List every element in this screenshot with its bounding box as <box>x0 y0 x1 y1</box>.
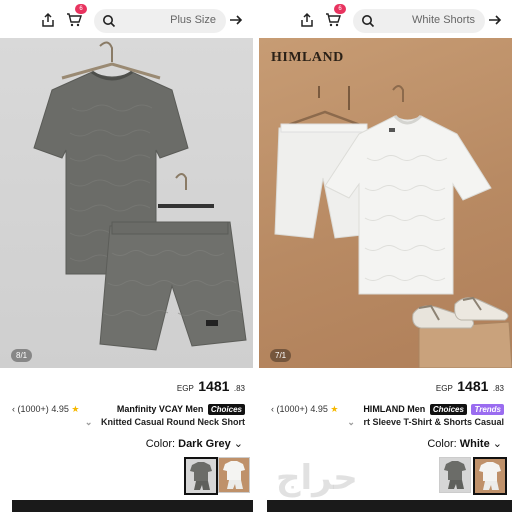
cart-badge: 6 <box>334 4 346 14</box>
review-count: (1000+) <box>17 404 49 414</box>
price-integer: 1481 <box>457 378 489 394</box>
price-integer: 1481 <box>198 378 230 394</box>
cart-icon[interactable]: 6 <box>64 4 87 30</box>
rating-score: 4.95 <box>310 404 328 414</box>
share-icon[interactable] <box>297 10 317 30</box>
price-decimal: .83 <box>492 384 504 393</box>
brand-name: Manfinity VCAY Men <box>116 404 204 414</box>
share-icon[interactable] <box>38 10 58 30</box>
price-currency: EGP <box>176 384 194 393</box>
rating-score: 4.95 <box>51 404 69 414</box>
cart-badge: 6 <box>75 4 87 14</box>
top-bar: 6 Plus Size <box>0 0 253 40</box>
brand-name: HIMLAND Men <box>363 404 426 414</box>
product-panel-right: 6 White Shorts HIMLAND 7/1 EGP 1481 .83 … <box>259 0 512 512</box>
add-to-cart-bar[interactable] <box>12 500 253 512</box>
price-decimal: .83 <box>233 384 245 393</box>
top-bar: 6 White Shorts <box>259 0 512 40</box>
product-image[interactable]: HIMLAND <box>259 38 512 368</box>
cart-icon[interactable]: 6 <box>323 4 346 30</box>
rating[interactable]: ‹ (1000+) 4.95 ★ <box>12 404 79 415</box>
product-title-text: rt Sleeve T-Shirt & Shorts Casual <box>363 417 504 427</box>
color-value: White <box>459 438 490 450</box>
trends-tag: Trends <box>471 404 504 415</box>
product-image[interactable] <box>0 38 253 368</box>
choices-tag: Choices <box>207 404 245 415</box>
image-counter: 7/1 <box>270 349 292 362</box>
color-value: Dark Grey <box>178 438 231 450</box>
brand-logo: HIMLAND <box>271 50 344 65</box>
search-input[interactable]: White Shorts <box>412 14 475 26</box>
chevron-down-icon: ⌄ <box>233 438 243 450</box>
review-count: (1000+) <box>276 404 308 414</box>
chevron-left-icon: ‹ <box>12 404 15 414</box>
swatch-dark-grey[interactable] <box>439 457 471 493</box>
product-title-line2[interactable]: ⌄ rt Sleeve T-Shirt & Shorts Casual <box>347 417 504 428</box>
price: EGP 1481 .83 <box>436 378 504 396</box>
image-counter: 8/1 <box>11 349 33 362</box>
product-title-line2[interactable]: ⌄ Knitted Casual Round Neck Short <box>85 417 245 428</box>
star-icon: ★ <box>330 404 339 414</box>
price: EGP 1481 .83 <box>177 378 245 396</box>
arrow-right-icon[interactable] <box>487 12 503 28</box>
chevron-left-icon: ‹ <box>271 404 274 414</box>
search-input[interactable]: Plus Size <box>170 14 216 26</box>
color-label: Color: <box>427 438 457 450</box>
search-bar[interactable]: Plus Size <box>94 9 226 33</box>
product-title-text: Knitted Casual Round Neck Short <box>100 417 245 427</box>
chevron-down-icon: ⌄ <box>347 417 355 427</box>
product-title-line1[interactable]: HIMLAND Men Choices Trends <box>363 404 504 415</box>
chevron-down-icon: ⌄ <box>84 417 93 427</box>
star-icon: ★ <box>71 404 80 414</box>
swatch-white[interactable] <box>473 457 507 495</box>
product-panel-left: 6 Plus Size 8/1 EGP 1481 .83 ‹ (1000+) 4… <box>0 0 253 512</box>
color-selector[interactable]: Color: Dark Grey ⌄ <box>146 437 243 450</box>
swatch-dark-grey[interactable] <box>184 457 218 495</box>
swatch-white[interactable] <box>218 457 250 493</box>
search-icon <box>103 15 116 28</box>
price-currency: EGP <box>435 384 453 393</box>
chevron-down-icon: ⌄ <box>492 438 502 450</box>
choices-tag: Choices <box>429 404 467 415</box>
white-outfit-illustration <box>274 85 512 368</box>
add-to-cart-bar[interactable] <box>267 500 512 512</box>
arrow-right-icon[interactable] <box>228 12 244 28</box>
grey-outfit-illustration <box>33 41 247 351</box>
product-title-line1[interactable]: Manfinity VCAY Men Choices <box>117 404 245 415</box>
color-label: Color: <box>145 438 176 450</box>
watermark: حراج <box>276 458 358 498</box>
search-bar[interactable]: White Shorts <box>353 9 485 33</box>
color-selector[interactable]: Color: White ⌄ <box>427 437 502 450</box>
rating[interactable]: ‹ (1000+) 4.95 ★ <box>271 404 338 415</box>
search-icon <box>362 15 375 28</box>
